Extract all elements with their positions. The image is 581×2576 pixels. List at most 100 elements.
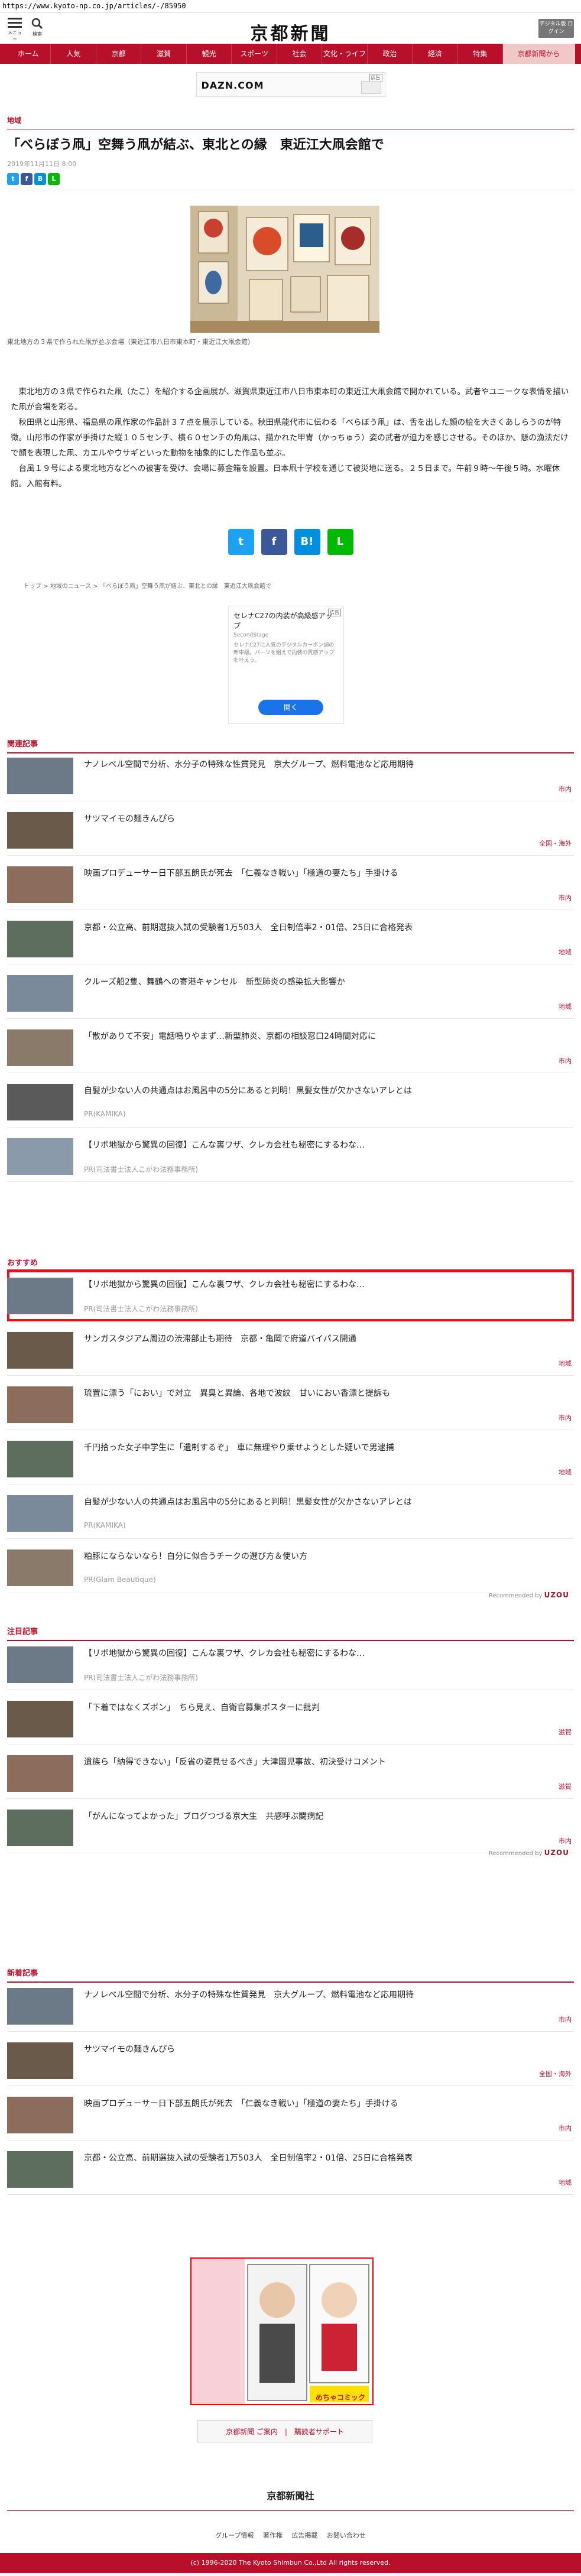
list-item-category[interactable]: 市内 xyxy=(559,1056,572,1066)
facebook-share-icon[interactable]: f xyxy=(21,173,33,185)
article-photo[interactable] xyxy=(190,206,379,333)
thumbnail-image[interactable] xyxy=(7,921,73,957)
thumbnail-image[interactable] xyxy=(7,1701,73,1737)
thumbnail-image[interactable] xyxy=(7,1495,73,1532)
list-item-title[interactable]: サンガスタジアム周辺の渋滞部止も期待 京都・亀岡で府道バイパス開通 xyxy=(84,1333,568,1345)
hatena-share-icon[interactable]: B! xyxy=(294,529,320,555)
list-item[interactable]: 「下着ではなくズボン」 ちら見え、自衛官募集ポスターに批判滋賀 xyxy=(7,1693,574,1745)
recommended-by[interactable]: Recommended by UZOU xyxy=(489,1849,569,1857)
list-item[interactable]: サツマイモの麺きんぴら 全国・海外 xyxy=(7,2034,574,2086)
list-item-category[interactable]: 地域 xyxy=(559,1002,572,1011)
list-item[interactable]: ナノレベル空間で分析、水分子の特殊な性質発見 京大グループ、燃料電池など応用期待… xyxy=(7,749,574,801)
list-item-title[interactable]: 「下着ではなくズボン」 ちら見え、自衛官募集ポスターに批判 xyxy=(84,1702,568,1714)
list-item-title[interactable]: ナノレベル空間で分析、水分子の特殊な性質発見 京大グループ、燃料電池など応用期待 xyxy=(84,759,568,771)
list-item-title[interactable]: 粕豚にならないなら！自分に似合うチークの選び方＆使い方 xyxy=(84,1551,568,1563)
bottom-ad[interactable]: めちゃコミック xyxy=(190,2257,374,2405)
list-item[interactable]: クルーズ船2隻、舞鶴への寄港キャンセル 新型肺炎の感染拡大影響か地域 xyxy=(7,967,574,1019)
line-share-icon[interactable]: L xyxy=(327,529,353,555)
list-item-title[interactable]: 映画プロデューサー日下部五朗氏が死去 「仁義なき戦い」「極道の妻たち」手掛ける xyxy=(84,2098,568,2110)
thumbnail-image[interactable] xyxy=(7,812,73,849)
list-item[interactable]: ナノレベル空間で分析、水分子の特殊な性質発見 京大グループ、燃料電池など応用期待… xyxy=(7,1980,574,2032)
nav-item-shiga[interactable]: 滋賀 xyxy=(141,44,187,64)
twitter-share-icon[interactable]: t xyxy=(7,173,19,185)
nav-item-home[interactable]: ホーム xyxy=(6,44,51,64)
top-ad-banner[interactable]: DAZN.COM 広告 xyxy=(196,72,385,97)
list-item[interactable]: 【リボ地獄から驚異の回復】こんな裏ワザ、クレカ会社も秘密にするわな… PR(司法書… xyxy=(7,1638,574,1690)
list-item-title[interactable]: 京都・公立高、前期選抜入試の受験者1万503人 全日制倍率2・01倍、25日に合… xyxy=(84,2152,568,2164)
site-logo[interactable]: 京都新聞 xyxy=(0,19,581,45)
footer-link-contact[interactable]: お問い合わせ xyxy=(327,2532,366,2539)
nav-item-special[interactable]: 特集 xyxy=(458,44,504,64)
nav-item-popular[interactable]: 人気 xyxy=(51,44,96,64)
list-item[interactable]: 千円拾った女子中学生に「遺制するぞ」 車に無理やり乗せようとした疑いで男逮捕地域 xyxy=(7,1432,574,1484)
list-item[interactable]: 自髪が少ない人の共通点はお風呂中の5分にあると判明！黒髪女性が欠かさないアレとは… xyxy=(7,1487,574,1539)
list-item-category[interactable]: 市内 xyxy=(559,893,572,902)
list-item-title[interactable]: 京都・公立高、前期選抜入試の受験者1万503人 全日制倍率2・01倍、25日に合… xyxy=(84,922,568,934)
thumbnail-image[interactable] xyxy=(7,1988,73,2025)
nav-item-sports[interactable]: スポーツ xyxy=(232,44,277,64)
list-item-category[interactable]: 滋賀 xyxy=(559,1727,572,1737)
list-item-title[interactable]: 琉置に漂う「におい」で対立 異臭と異論、各地で波紋 甘いにおい香漂と提訴も xyxy=(84,1388,568,1399)
thumbnail-image[interactable] xyxy=(7,1029,73,1066)
list-item-category[interactable]: 地域 xyxy=(559,1359,572,1368)
address-bar[interactable]: https://www.kyoto-np.co.jp/articles/-/85… xyxy=(0,0,581,13)
list-item-category[interactable]: 滋賀 xyxy=(559,1782,572,1791)
list-item-category[interactable]: 地域 xyxy=(559,947,572,957)
nav-item-economy[interactable]: 経済 xyxy=(413,44,458,64)
nav-item-politics[interactable]: 政治 xyxy=(368,44,413,64)
list-item-category[interactable]: 市内 xyxy=(559,1836,572,1846)
list-item-title[interactable]: 【リボ地獄から驚異の回復】こんな裏ワザ、クレカ会社も秘密にするわな… xyxy=(84,1139,568,1151)
list-item-category[interactable]: 市内 xyxy=(559,1413,572,1422)
footer-link-ads[interactable]: 広告掲載 xyxy=(291,2532,317,2539)
list-item-title[interactable]: ナノレベル空間で分析、水分子の特殊な性質発見 京大グループ、燃料電池など応用期待 xyxy=(84,1989,568,2001)
list-item-title[interactable]: 【リボ地獄から驚異の回復】こんな裏ワザ、クレカ会社も秘密にするわな… xyxy=(84,1279,568,1291)
list-item[interactable]: 「散がありて不安」電話鳴りやまず…新型肺炎、京都の相談窓口24時間対応に市内 xyxy=(7,1021,574,1073)
list-item-title[interactable]: 自髪が少ない人の共通点はお風呂中の5分にあると判明！黒髪女性が欠かさないアレとは xyxy=(84,1496,568,1508)
list-item-title[interactable]: 【リボ地獄から驚異の回復】こんな裏ワザ、クレカ会社も秘密にするわな… xyxy=(84,1648,568,1659)
thumbnail-image[interactable] xyxy=(7,2042,73,2079)
list-item-category[interactable]: 市内 xyxy=(559,2123,572,2133)
list-item-title[interactable]: 遺族ら「納得できない」「反省の姿見せるべき」大津園児事故、初決受けコメント xyxy=(84,1756,568,1768)
list-item[interactable]: 粕豚にならないなら！自分に似合うチークの選び方＆使い方 PR(Glam Beaut… xyxy=(7,1541,574,1593)
list-item-title[interactable]: クルーズ船2隻、舞鶴への寄港キャンセル 新型肺炎の感染拡大影響か xyxy=(84,976,568,988)
breadcrumb-local[interactable]: 地域のニュース xyxy=(50,583,92,590)
breadcrumb-top[interactable]: トップ xyxy=(24,583,41,590)
facebook-share-icon[interactable]: f xyxy=(261,529,287,555)
thumbnail-image[interactable] xyxy=(7,1278,73,1314)
list-item[interactable]: 映画プロデューサー日下部五朗氏が死去 「仁義なき戦い」「極道の妻たち」手掛ける市… xyxy=(7,858,574,910)
thumbnail-image[interactable] xyxy=(7,975,73,1012)
list-item[interactable]: 「がんになってよかった」ブログつづる京大生 共感呼ぶ闘病記 市内 xyxy=(7,1801,574,1853)
list-item-category[interactable]: 市内 xyxy=(559,2015,572,2024)
thumbnail-image[interactable] xyxy=(7,1646,73,1683)
line-share-icon[interactable]: L xyxy=(48,173,60,185)
footer-link-group[interactable]: グループ情報 xyxy=(215,2532,254,2539)
list-item[interactable]: サツマイモの麺きんぴら 全国・海外 xyxy=(7,804,574,856)
nav-item-tourism[interactable]: 観光 xyxy=(187,44,232,64)
list-item-title[interactable]: 千円拾った女子中学生に「遺制するぞ」 車に無理やり乗せようとした疑いで男逮捕 xyxy=(84,1442,568,1454)
recommended-by[interactable]: Recommended by UZOU xyxy=(489,1591,569,1599)
list-item[interactable]: 琉置に漂う「におい」で対立 異臭と異論、各地で波紋 甘いにおい香漂と提訴も市内 xyxy=(7,1378,574,1430)
twitter-share-icon[interactable]: t xyxy=(228,529,254,555)
thumbnail-image[interactable] xyxy=(7,866,73,903)
list-item-title[interactable]: 映画プロデューサー日下部五朗氏が死去 「仁義なき戦い」「極道の妻たち」手掛ける xyxy=(84,868,568,879)
ad-open-button[interactable]: 開く xyxy=(258,700,323,715)
list-item-category[interactable]: 地域 xyxy=(559,2178,572,2187)
thumbnail-image[interactable] xyxy=(7,1755,73,1792)
thumbnail-image[interactable] xyxy=(7,1386,73,1423)
nav-item-culture[interactable]: 文化・ライフ xyxy=(322,44,368,64)
list-item[interactable]: 京都・公立高、前期選抜入試の受験者1万503人 全日制倍率2・01倍、25日に合… xyxy=(7,912,574,964)
list-item[interactable]: 京都・公立高、前期選抜入試の受験者1万503人 全日制倍率2・01倍、25日に合… xyxy=(7,2143,574,2195)
thumbnail-image[interactable] xyxy=(7,1084,73,1120)
thumbnail-image[interactable] xyxy=(7,1441,73,1477)
list-item-category[interactable]: 地域 xyxy=(559,1467,572,1477)
list-item[interactable]: 【リボ地獄から驚異の回復】こんな裏ワザ、クレカ会社も秘密にするわな… PR(司法書… xyxy=(7,1269,574,1321)
thumbnail-image[interactable] xyxy=(7,1550,73,1586)
footer-guide-button[interactable]: 京都新聞 ご案内 | 購読者サポート xyxy=(197,2420,372,2442)
article-section[interactable]: 地域 xyxy=(7,115,574,125)
thumbnail-image[interactable] xyxy=(7,2151,73,2188)
list-item-title[interactable]: 「散がありて不安」電話鳴りやまず…新型肺炎、京都の相談窓口24時間対応に xyxy=(84,1031,568,1042)
thumbnail-image[interactable] xyxy=(7,758,73,794)
list-item[interactable]: 遺族ら「納得できない」「反省の姿見せるべき」大津園児事故、初決受けコメント滋賀 xyxy=(7,1747,574,1799)
list-item-category[interactable]: 全国・海外 xyxy=(539,2069,572,2078)
list-item-category[interactable]: 全国・海外 xyxy=(539,839,572,848)
